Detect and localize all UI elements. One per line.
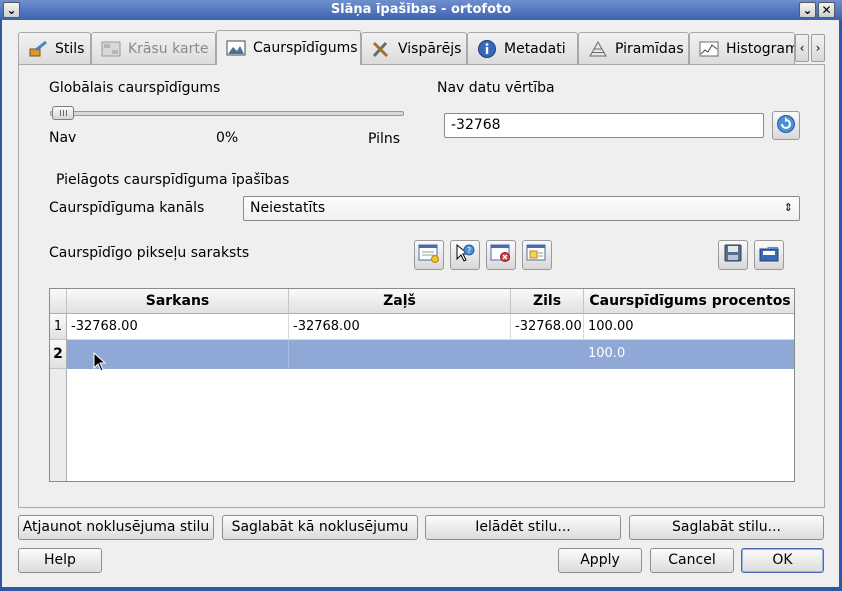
tab-colormap[interactable]: Krāsu karte — [91, 32, 216, 64]
column-header-green[interactable]: Zaļš — [289, 289, 511, 314]
tab-style[interactable]: Stils — [18, 32, 91, 64]
load-style-button[interactable]: Ielādēt stilu... — [425, 515, 621, 540]
default-values-icon — [526, 243, 548, 267]
save-as-default-button[interactable]: Saglabāt kā noklusējumu — [222, 515, 418, 540]
tab-metadata[interactable]: Metadati — [467, 32, 578, 64]
reset-icon — [776, 114, 796, 138]
pick-pixel-icon: ? — [454, 243, 476, 267]
tab-label: Stils — [55, 40, 85, 57]
reset-nodata-button[interactable] — [772, 111, 800, 140]
default-values-button[interactable] — [522, 240, 552, 270]
slider-value-label: 0% — [216, 130, 239, 146]
help-button[interactable]: Help — [18, 548, 102, 573]
row-header[interactable]: 1 — [50, 314, 67, 340]
tab-histogram[interactable]: Histogram — [689, 32, 795, 64]
title-bar[interactable]: Slāņa īpašības - ortofoto ⌄ ⌄ ✕ — [0, 0, 842, 20]
apply-button[interactable]: Apply — [558, 548, 642, 573]
column-header-red[interactable]: Sarkans — [67, 289, 289, 314]
paintbrush-icon — [27, 40, 49, 58]
tab-label: Metadati — [504, 40, 566, 57]
global-transparency-label: Globālais caurspīdīgums — [49, 80, 221, 96]
export-button[interactable] — [718, 240, 748, 270]
cancel-button[interactable]: Cancel — [650, 548, 734, 573]
window-title: Slāņa īpašības - ortofoto — [330, 2, 512, 17]
band-select[interactable]: Neiestatīts ⇕ — [243, 196, 800, 221]
band-select-value: Neiestatīts — [250, 200, 326, 216]
select-arrows-icon: ⇕ — [783, 201, 793, 214]
custom-section-label: Pielāgots caurspīdīguma īpašības — [56, 172, 290, 188]
window-menu-button[interactable]: ⌄ — [3, 2, 20, 18]
add-row-icon — [418, 243, 440, 267]
row-header[interactable]: 2 — [50, 340, 67, 369]
column-header-transparency[interactable]: Caurspīdīgums procentos — [584, 289, 794, 314]
table-cell[interactable]: 100.0 — [584, 340, 794, 369]
tab-transparency[interactable]: Caurspīdīgums — [216, 30, 361, 65]
colormap-icon — [100, 40, 122, 58]
row-header-gutter — [50, 369, 67, 481]
pyramid-icon — [587, 40, 609, 58]
add-row-button[interactable] — [414, 240, 444, 270]
window-collapse-button[interactable]: ⌄ — [799, 2, 816, 18]
remove-row-icon — [490, 243, 512, 267]
tab-label: Piramīdas — [615, 40, 684, 57]
save-file-icon — [723, 243, 743, 267]
tab-label: Krāsu karte — [128, 40, 209, 57]
restore-default-style-button[interactable]: Atjaunot noklusējuma stilu — [18, 515, 214, 540]
svg-text:?: ? — [467, 246, 471, 255]
tab-label: Histogram — [726, 40, 795, 57]
tab-scroll-right-button[interactable]: › — [811, 34, 825, 62]
slider-min-label: Nav — [49, 130, 77, 146]
tab-general[interactable]: Vispārējs — [361, 32, 467, 64]
table-cell[interactable]: -32768.00 — [289, 314, 511, 340]
window-bottom-border — [0, 587, 842, 591]
table-cell[interactable] — [289, 340, 511, 369]
nodata-label: Nav datu vērtība — [437, 80, 555, 96]
save-style-button[interactable]: Saglabāt stilu... — [629, 515, 824, 540]
open-file-icon — [758, 243, 780, 267]
selected-row[interactable]: 100.0 — [67, 340, 794, 369]
table-cell[interactable]: -32768.00 — [67, 314, 289, 340]
pixel-table[interactable]: Sarkans Zaļš Zils Caurspīdīgums procento… — [49, 288, 795, 482]
pick-pixel-button[interactable]: ? — [450, 240, 480, 270]
table-corner — [50, 289, 67, 314]
tab-label: Vispārējs — [398, 40, 462, 57]
ok-button[interactable]: OK — [741, 548, 824, 573]
mouse-cursor-icon — [93, 351, 107, 376]
remove-row-button[interactable] — [486, 240, 516, 270]
slider-max-label: Pilns — [368, 131, 401, 147]
pixel-list-label: Caurspīdīgo pikseļu saraksts — [49, 245, 250, 261]
column-header-blue[interactable]: Zils — [511, 289, 584, 314]
tab-label: Caurspīdīgums — [253, 40, 358, 56]
slider-handle[interactable] — [52, 106, 74, 120]
histogram-icon — [698, 40, 720, 58]
table-cell[interactable]: -32768.00 — [511, 314, 584, 340]
band-label: Caurspīdīguma kanāls — [49, 200, 205, 216]
transparency-icon — [225, 39, 247, 57]
import-button[interactable] — [754, 240, 784, 270]
nodata-input[interactable]: -32768 — [444, 113, 764, 138]
global-transparency-slider[interactable] — [50, 111, 404, 116]
tab-pyramids[interactable]: Piramīdas — [578, 32, 689, 64]
tab-scroll-left-button[interactable]: ‹ — [795, 34, 809, 62]
info-icon — [476, 39, 498, 58]
window-close-button[interactable]: ✕ — [818, 2, 835, 18]
table-cell[interactable] — [511, 340, 584, 369]
tools-icon — [370, 40, 392, 58]
table-cell[interactable]: 100.00 — [584, 314, 794, 340]
